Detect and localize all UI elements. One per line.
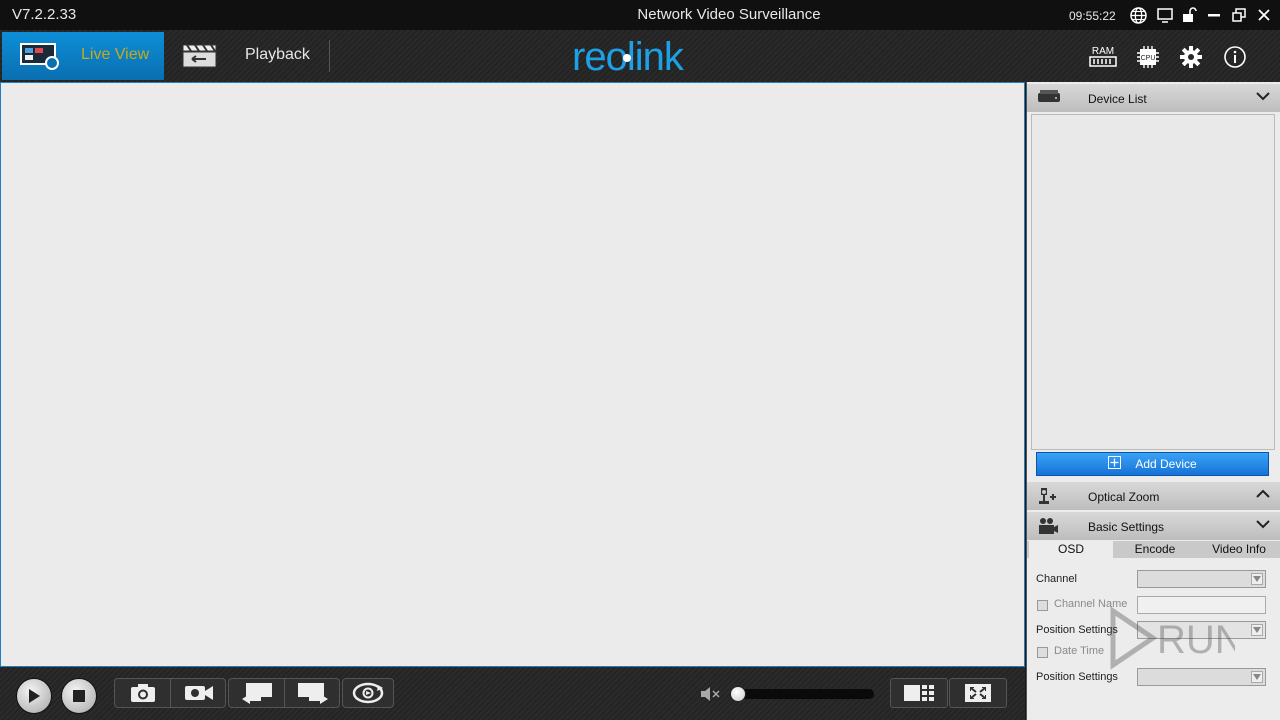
close-icon[interactable] bbox=[1255, 6, 1273, 24]
stop-icon bbox=[73, 690, 85, 702]
chevron-down-icon bbox=[1255, 90, 1271, 105]
record-button[interactable] bbox=[171, 679, 227, 707]
capture-button-group bbox=[114, 678, 226, 708]
play-button[interactable] bbox=[16, 678, 52, 714]
clapperboard-icon bbox=[182, 43, 218, 74]
watermark-logo: RUN bbox=[1075, 603, 1244, 673]
stop-button[interactable] bbox=[61, 678, 97, 714]
camera-settings-icon bbox=[1037, 516, 1059, 539]
live-view-icon bbox=[20, 42, 60, 75]
cpu-label: CPU bbox=[1141, 55, 1156, 62]
channel-label: Channel bbox=[1036, 573, 1077, 585]
channel-select[interactable] bbox=[1137, 570, 1266, 588]
record-icon bbox=[185, 686, 213, 700]
monitor-icon[interactable] bbox=[1156, 6, 1174, 24]
device-list-title: Device List bbox=[1088, 92, 1147, 106]
channel-name-checkbox[interactable] bbox=[1037, 600, 1048, 611]
previous-icon bbox=[241, 683, 272, 704]
title-bar: V7.2.2.33 Network Video Surveillance 09:… bbox=[0, 0, 1280, 30]
rotate-button[interactable] bbox=[343, 679, 393, 707]
date-time-checkbox[interactable] bbox=[1037, 647, 1048, 658]
basic-settings-header[interactable]: Basic Settings bbox=[1027, 512, 1280, 540]
next-icon bbox=[298, 683, 328, 704]
info-icon[interactable] bbox=[1220, 42, 1250, 72]
device-list[interactable] bbox=[1031, 114, 1275, 450]
chevron-down-icon bbox=[1251, 671, 1263, 683]
tab-live-view[interactable]: Live View bbox=[2, 32, 164, 80]
gear-icon[interactable] bbox=[1176, 42, 1206, 72]
chevron-down-icon bbox=[1255, 518, 1271, 533]
tab-encode[interactable]: Encode bbox=[1113, 541, 1197, 558]
ram-label: RAM bbox=[1092, 46, 1114, 57]
next-button[interactable] bbox=[285, 679, 341, 707]
volume-slider-handle[interactable] bbox=[730, 686, 746, 702]
snapshot-button[interactable] bbox=[115, 679, 171, 707]
cpu-icon[interactable]: CPU bbox=[1133, 42, 1163, 72]
chevron-up-icon bbox=[1255, 488, 1271, 503]
basic-settings-title: Basic Settings bbox=[1088, 520, 1165, 534]
navigation-button-group bbox=[228, 678, 340, 708]
reolink-logo: reolink bbox=[572, 35, 704, 79]
rotate-icon bbox=[352, 682, 384, 704]
tab-playback-label: Playback bbox=[245, 46, 310, 63]
video-view-area[interactable] bbox=[0, 82, 1025, 667]
version-label: V7.2.2.33 bbox=[12, 6, 77, 23]
minimize-icon[interactable] bbox=[1205, 6, 1223, 24]
restore-icon[interactable] bbox=[1230, 6, 1248, 24]
add-device-button[interactable]: Add Device bbox=[1036, 452, 1269, 476]
ram-icon[interactable]: RAM bbox=[1088, 42, 1118, 72]
tab-osd[interactable]: OSD bbox=[1029, 541, 1113, 558]
mute-icon[interactable] bbox=[700, 686, 720, 702]
optical-zoom-header[interactable]: Optical Zoom bbox=[1027, 482, 1280, 510]
chevron-down-icon bbox=[1251, 624, 1263, 636]
plus-icon bbox=[1108, 456, 1122, 472]
globe-icon[interactable] bbox=[1129, 6, 1147, 24]
previous-button[interactable] bbox=[229, 679, 285, 707]
play-icon bbox=[29, 689, 40, 703]
watermark-text: RUN bbox=[1157, 618, 1235, 662]
app-window: V7.2.2.33 Network Video Surveillance 09:… bbox=[0, 0, 1280, 720]
zoom-camera-icon bbox=[1037, 486, 1059, 509]
chevron-down-icon bbox=[1251, 573, 1263, 585]
layout-button[interactable] bbox=[890, 678, 948, 708]
nvr-device-icon bbox=[1037, 88, 1061, 109]
lock-icon[interactable] bbox=[1180, 6, 1198, 24]
fullscreen-icon bbox=[965, 684, 991, 702]
clock: 09:55:22 bbox=[1069, 9, 1116, 23]
tab-playback[interactable]: Playback bbox=[168, 32, 328, 80]
device-list-header[interactable]: Device List bbox=[1027, 84, 1280, 112]
nav-divider bbox=[329, 40, 330, 72]
tab-live-view-label: Live View bbox=[81, 46, 150, 63]
fullscreen-button[interactable] bbox=[949, 678, 1007, 708]
optical-zoom-title: Optical Zoom bbox=[1088, 490, 1160, 504]
snapshot-icon bbox=[130, 684, 155, 702]
tab-video-info[interactable]: Video Info bbox=[1197, 541, 1280, 558]
add-device-label: Add Device bbox=[1135, 457, 1197, 471]
rotate-button-group bbox=[342, 678, 394, 708]
volume-slider-track[interactable] bbox=[734, 689, 874, 699]
basic-settings-tabs: OSD Encode Video Info bbox=[1027, 541, 1280, 558]
layout-icon bbox=[904, 685, 934, 701]
